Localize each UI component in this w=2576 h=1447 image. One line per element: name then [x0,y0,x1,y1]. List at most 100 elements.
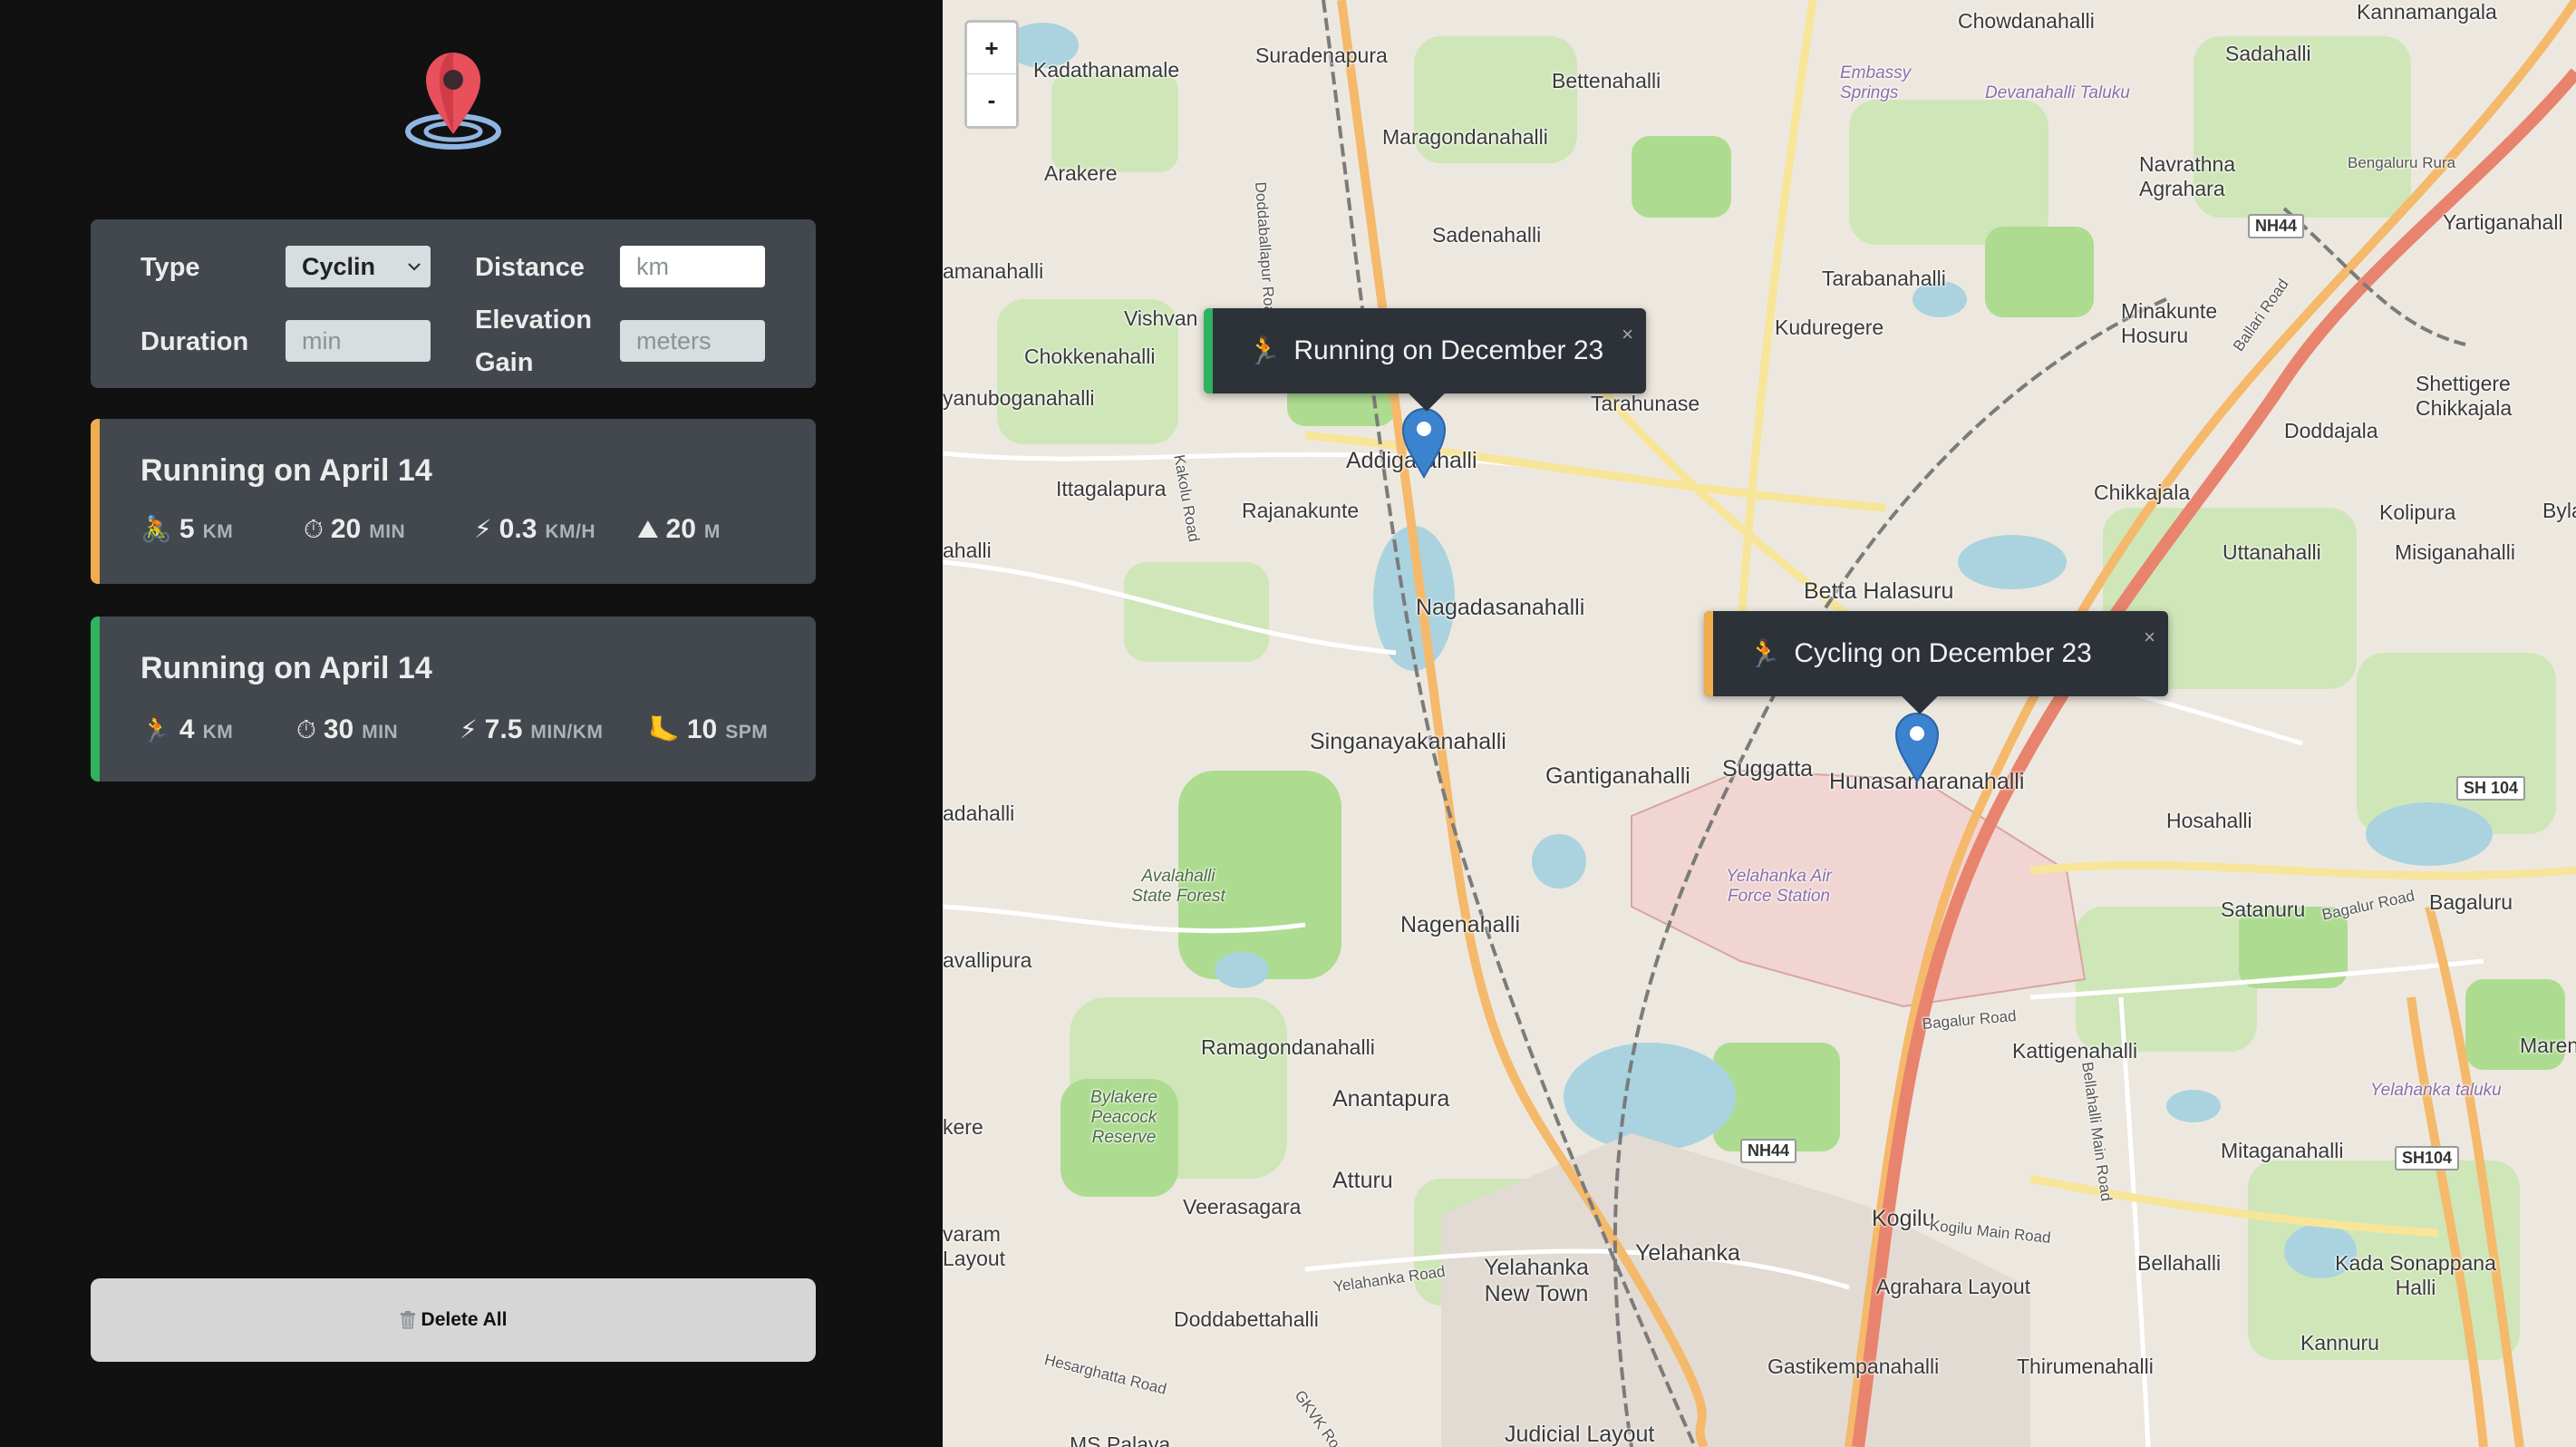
map-label: Arakere [1044,161,1118,185]
distance-label: Distance [475,253,585,282]
zoom-out-button[interactable]: - [967,74,1016,126]
workout-stats: 🚴 5 KM ⏱ 20 MIN ⚡ 0.3 KM/H ⛰ 20 M [140,514,811,550]
close-icon[interactable]: × [2144,626,2155,649]
map[interactable]: + - Chowdanahalli Kannamangala Suradenap… [943,0,2576,1447]
map-popup[interactable]: 🏃 Cycling on December 23 × [1704,611,2168,714]
workout-form: Type Cyclin Distance Duration Elevation … [91,219,816,388]
map-label: Uttanahalli [2223,540,2321,564]
workout-item[interactable]: Running on April 14 🚴 5 KM ⏱ 20 MIN ⚡ 0.… [91,419,816,584]
stat-speed: ⚡ 0.3 KM/H [474,514,596,545]
highway-shield: SH104 [2395,1146,2460,1170]
map-label: ahalli [943,539,992,562]
map-label: MS Palaya [1070,1432,1171,1447]
type-select[interactable]: Cyclin [286,246,431,287]
map-label: Nagenahalli [1400,912,1521,937]
zoom-in-button[interactable]: + [967,23,1016,74]
map-label: Singanayakanahalli [1310,729,1506,754]
close-icon[interactable]: × [1622,323,1633,346]
map-label: Shettigere Chikkajala [2416,372,2513,420]
map-label: Sadahalli [2225,42,2311,65]
map-label: Yelahanka [1635,1240,1740,1266]
popup-content: 🏃 Running on December 23 [1247,335,1603,367]
map-label: Bellahalli [2137,1251,2222,1275]
map-label: Yartiganahall [2443,210,2563,234]
workout-accent-stripe [91,617,100,782]
elevation-label-line1: Elevation [475,306,592,335]
map-label: amanahalli [943,259,1044,283]
map-label: Kadathanamale [1033,58,1180,82]
stat-value: 10 [686,714,718,744]
map-label: Judicial Layout [1505,1422,1655,1447]
map-label: Bylakere Peacock Reserve [1090,1088,1157,1147]
map-label: Vishvan [1124,306,1198,330]
mountain-icon: ⛰ [637,515,659,543]
map-label: Avalahalli State Forest [1131,867,1225,906]
map-label: Nagadasanahalli [1416,595,1585,620]
map-label: Yelahanka Air Force Station [1726,867,1832,906]
workout-accent-stripe [91,419,100,584]
sidebar: Type Cyclin Distance Duration Elevation … [0,0,906,1432]
lightning-icon: ⚡ [460,715,478,743]
stat-value: 4 [179,714,195,744]
stat-value: 20 [330,514,362,544]
map-label: Byla [2542,499,2576,522]
map-label: Betta Halasuru [1804,578,1954,604]
delete-all-button[interactable]: Delete All [91,1278,816,1362]
elevation-input[interactable] [620,320,765,362]
popup-accent-bar [1204,308,1213,393]
stat-unit: MIN [362,722,399,743]
type-label: Type [140,253,200,282]
footprint-icon: 🦶 [648,715,680,743]
type-select-wrap: Cyclin [286,246,431,287]
map-label: Kannuru [2300,1331,2379,1355]
map-label: Rajanakunte [1242,499,1360,522]
map-label: Kannamangala [2357,0,2497,24]
stat-unit: MIN/KM [530,722,604,743]
zoom-control: + - [964,20,1019,129]
map-label: Embassy Springs [1840,63,1912,102]
map-label: Yelahanka taluku [2370,1081,2502,1100]
map-label: Chowdanahalli [1958,9,2095,33]
map-marker-icon[interactable] [1894,711,1940,783]
stat-value: 0.3 [499,514,537,544]
popup-content: 🏃 Cycling on December 23 [1748,638,2092,670]
stat-pace: ⚡ 7.5 MIN/KM [460,714,603,745]
stopwatch-icon: ⏱ [304,515,324,543]
stat-value: 20 [665,514,696,544]
popup-accent-bar [1704,611,1713,696]
map-label: Tarahunase [1591,392,1700,415]
duration-input[interactable] [286,320,431,362]
map-label: Suradenapura [1255,44,1388,67]
map-label: Sadenahalli [1432,223,1542,247]
stat-unit: KM/H [545,521,596,542]
stat-elevation: ⛰ 20 M [637,514,721,545]
stat-value: 30 [323,714,354,744]
workout-item[interactable]: Running on April 14 🏃 4 KM ⏱ 30 MIN ⚡ 7.… [91,617,816,782]
map-popup[interactable]: 🏃 Running on December 23 × [1204,308,1646,412]
stat-duration: ⏱ 30 MIN [296,714,398,745]
cyclist-icon: 🚴 [140,515,172,543]
map-marker-icon[interactable] [1401,406,1447,479]
stat-unit: MIN [369,521,406,542]
distance-input[interactable] [620,246,765,287]
stat-unit: SPM [725,722,769,743]
highway-shield: SH 104 [2456,776,2526,801]
stat-cadence: 🦶 10 SPM [648,714,768,745]
stat-duration: ⏱ 20 MIN [304,514,405,545]
workout-title: Running on April 14 [140,651,432,685]
map-label: Mitaganahalli [2221,1139,2344,1162]
map-label: Ramagondanahalli [1201,1035,1375,1059]
stat-unit: KM [202,722,234,743]
map-label: Agrahara Layout [1876,1275,2031,1298]
map-label: Bengaluru Rura [2348,154,2456,171]
map-label: Misiganahalli [2395,540,2515,564]
map-label: Devanahalli Taluku [1985,83,2130,102]
map-label: Chokkenahalli [1024,345,1156,368]
stat-unit: M [703,521,721,542]
map-label: Doddajala [2284,419,2378,442]
workout-title: Running on April 14 [140,453,432,488]
map-label: Yelahanka New Town [1484,1255,1589,1306]
map-label: Kattigenahalli [2012,1039,2138,1063]
map-label: Ittagalapura [1056,477,1167,500]
map-label: Bagaluru [2429,890,2513,914]
